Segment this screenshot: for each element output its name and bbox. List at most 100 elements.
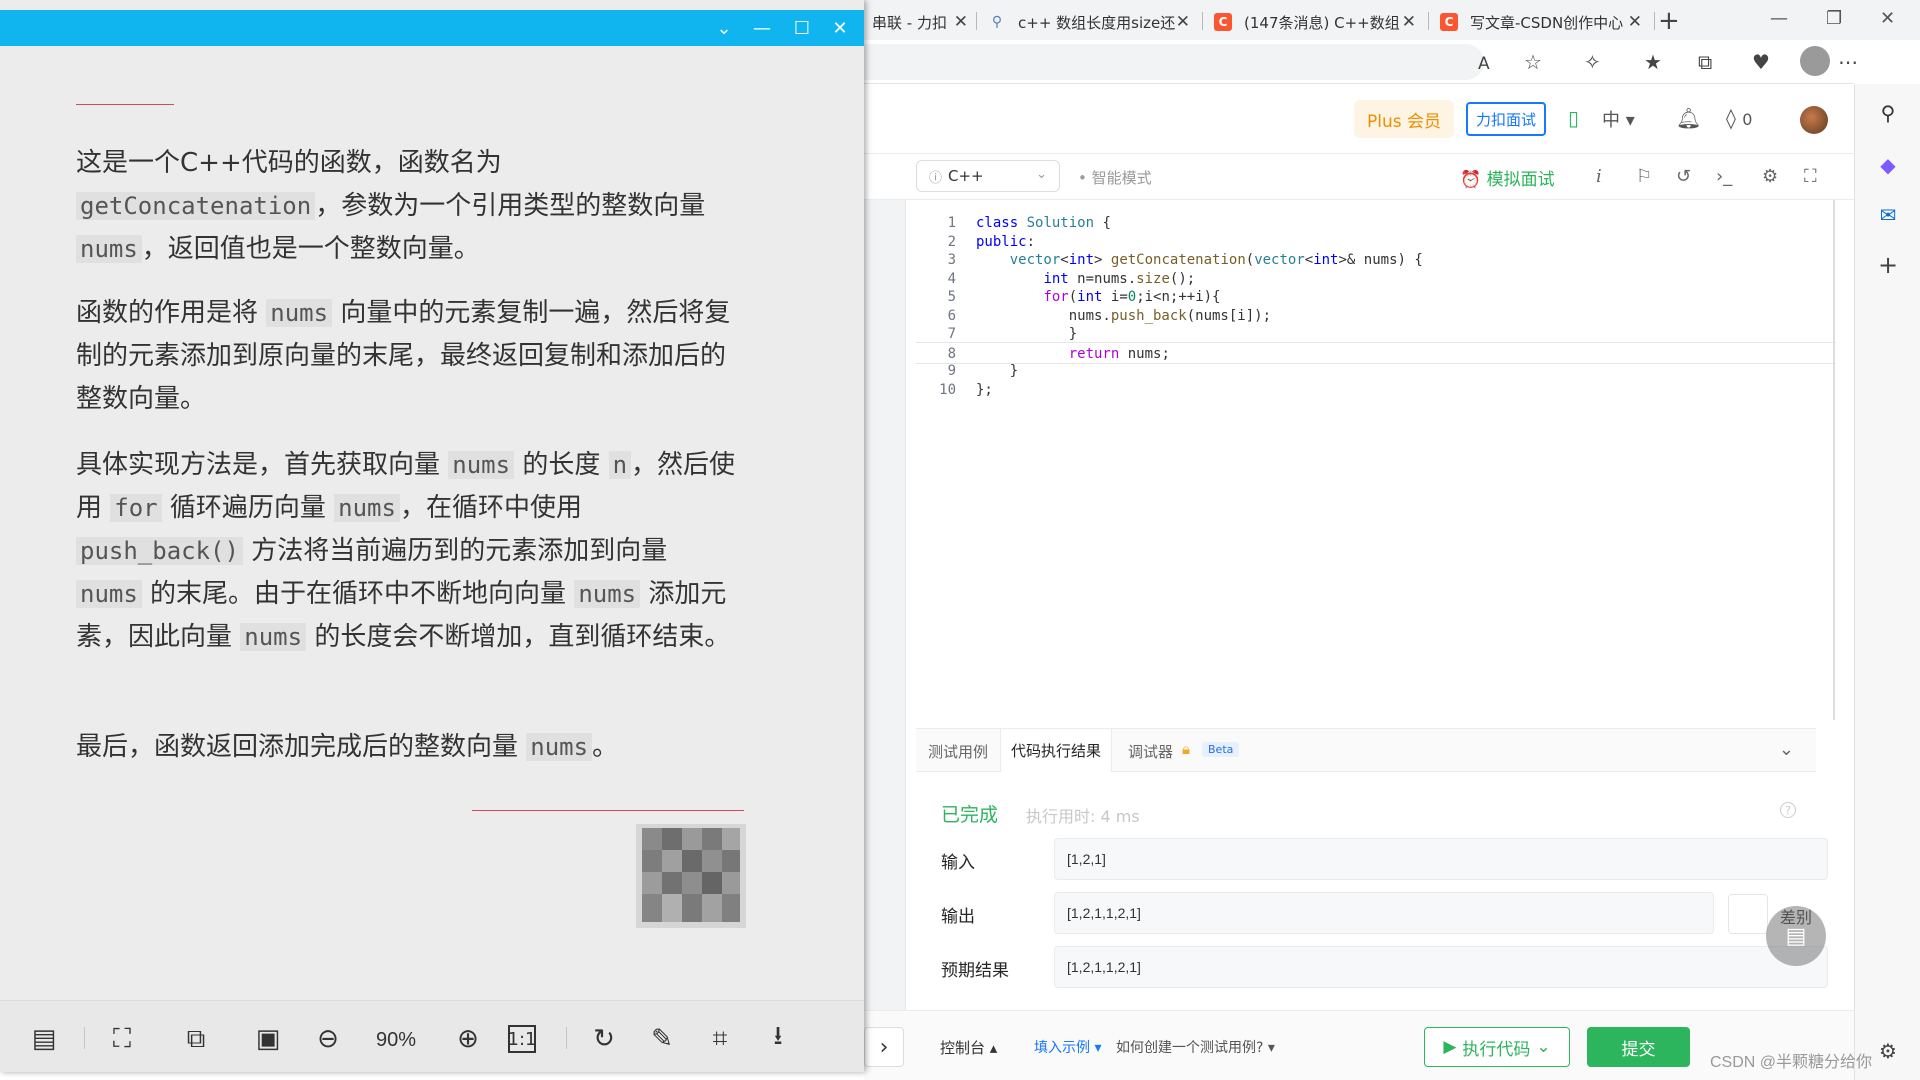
chevron-down-icon: ⌄ [1036, 167, 1047, 182]
favorites-icon[interactable]: ★ [1644, 50, 1662, 74]
close-icon[interactable]: ✕ [1176, 12, 1190, 32]
extract-text-icon[interactable]: ⛶ [104, 1021, 140, 1057]
tab-title: c++ 数组长度用size还 [1018, 13, 1176, 32]
chevron-right-icon[interactable]: › [864, 1027, 904, 1067]
new-tab-button[interactable]: + [1658, 6, 1680, 36]
code-line[interactable]: 10}; [916, 379, 1836, 401]
result-tabs: 测试用例 代码执行结果 调试器 🔒︎ Beta ⌄ [916, 728, 1816, 773]
crop-icon[interactable]: ⌗ [702, 1021, 738, 1057]
submit-button[interactable]: 提交 [1587, 1027, 1690, 1067]
tab-testcase[interactable]: 测试用例 [928, 741, 988, 762]
read-aloud-icon[interactable]: A [1478, 54, 1490, 74]
tab-divider [1428, 12, 1429, 30]
close-icon[interactable]: ✕ [954, 12, 968, 32]
run-code-button[interactable]: ▶ 执行代码 ⌄ [1424, 1027, 1570, 1067]
plus-member-button[interactable]: Plus 会员 [1354, 100, 1454, 138]
close-window-icon[interactable]: ✕ [1880, 8, 1895, 29]
maximize-icon[interactable]: ☐ [788, 14, 816, 42]
address-bar-row: A ☆ ✧ ★ ⧉ ♥ ⋯ [864, 40, 1858, 84]
output-label: 输出 [941, 907, 975, 927]
more-menu-icon[interactable]: ⋯ [1838, 50, 1858, 74]
chevron-down-icon[interactable]: ⌄ [1779, 739, 1794, 760]
fill-example-button[interactable]: 填入示例 ▾ [1034, 1037, 1101, 1057]
smart-mode-toggle[interactable]: • 智能模式 [1078, 167, 1152, 188]
collections-icon[interactable]: ⧉ [1698, 50, 1712, 74]
tab-csdn-write[interactable]: C 写文章-CSDN创作中心 ✕ [1432, 4, 1652, 40]
tab-title: 写文章-CSDN创作中心 [1470, 13, 1624, 32]
toolbar-divider [566, 1027, 567, 1049]
search-icon: ⚲ [991, 14, 1003, 30]
mobile-icon[interactable]: ▯ [1568, 106, 1579, 130]
paragraph: 函数的作用是将 nums 向量中的元素复制一遍，然后将复制的元素添加到原向量的末… [76, 298, 731, 414]
language-value: C++ [948, 167, 984, 185]
tab-search[interactable]: ⚲ c++ 数组长度用size还 ✕ [980, 4, 1200, 40]
restore-icon[interactable]: ❐ [1826, 8, 1842, 29]
language-select[interactable]: ⓘ C++ ⌄ [916, 160, 1060, 192]
language-label: 中 [1602, 110, 1620, 131]
mock-interview-button[interactable]: ⏰ 模拟面试 [1460, 165, 1555, 190]
viewer-image-content: 这是一个C++代码的函数，函数名为 getConcatenation ，参数为一个… [0, 46, 864, 996]
translate-icon[interactable]: ⧉ [178, 1021, 214, 1057]
csdn-icon: C [1214, 13, 1232, 31]
address-field[interactable]: A [864, 44, 1490, 80]
line-number: 10 [939, 381, 956, 398]
divider-line [76, 104, 174, 105]
diff-toggle[interactable] [1728, 894, 1768, 934]
close-icon[interactable]: ✕ [1402, 12, 1416, 32]
settings-icon[interactable]: ⚙ [1762, 166, 1778, 187]
howto-link[interactable]: 如何创建一个测试用例? ▾ [1116, 1037, 1275, 1057]
edit-icon[interactable]: ✎ [644, 1021, 680, 1057]
user-avatar[interactable] [1800, 106, 1828, 134]
reset-icon[interactable]: ↺ [1676, 166, 1691, 187]
notes-float-button[interactable]: ▤ [1766, 906, 1826, 966]
console-toggle[interactable]: 控制台 ▴ [940, 1037, 997, 1058]
chevron-down-icon[interactable]: ⌄ [710, 14, 738, 42]
info-icon[interactable]: i [1596, 166, 1602, 187]
minimize-icon[interactable]: — [1770, 8, 1788, 29]
rotate-icon[interactable]: ↻ [586, 1021, 622, 1057]
tab-title: (147条消息) C++数组 [1244, 13, 1400, 32]
tab-csdn-messages[interactable]: C (147条消息) C++数组 ✕ [1206, 4, 1426, 40]
layout-icon[interactable]: ▤ [26, 1021, 62, 1057]
settings-icon[interactable]: ⚙ [1875, 1038, 1901, 1064]
minimize-icon[interactable]: — [748, 14, 776, 42]
zoom-level: 90% [376, 1029, 417, 1051]
expected-value: [1,2,1,1,2,1] [1054, 946, 1828, 988]
help-icon[interactable]: ? [1780, 802, 1796, 818]
close-icon[interactable]: ✕ [1628, 12, 1642, 32]
qr-code-image [636, 824, 746, 928]
discover-icon[interactable]: ◆ [1875, 152, 1901, 178]
editor-scrollbar[interactable] [1833, 200, 1835, 720]
interview-button[interactable]: 力扣面试 [1466, 102, 1546, 136]
leetcode-header: Plus 会员 力扣面试 ▯ 中 ▾ 🔔︎ ◊ 0 [864, 84, 1854, 154]
health-icon[interactable]: ♥ [1752, 50, 1770, 74]
code-editor[interactable]: 1 class Solution {2 public: 3 vector<int> g… [916, 200, 1836, 720]
paragraph: 具体实现方法是，首先获取向量 nums 的长度 n ，然后使用 for 循环遍历向… [76, 450, 736, 652]
search-icon[interactable]: ⚲ [1875, 100, 1901, 126]
tab-debugger[interactable]: 调试器 [1128, 741, 1173, 762]
download-icon[interactable]: ⭳ [760, 1021, 796, 1057]
language-switch[interactable]: 中 ▾ [1602, 106, 1635, 132]
tab-leetcode[interactable]: 串联 - 力扣 ✕ [864, 4, 974, 40]
zoom-in-icon[interactable]: ⊕ [450, 1021, 486, 1057]
tab-divider [1202, 12, 1203, 30]
actual-size-icon[interactable]: 1:1 [508, 1025, 536, 1053]
bottom-action-bar: › 控制台 ▴ 填入示例 ▾ 如何创建一个测试用例? ▾ ▶ 执行代码 ⌄ 提交 [864, 1010, 1854, 1080]
console-icon[interactable]: ›_ [1716, 166, 1732, 187]
fullscreen-icon[interactable]: ⛶ [1804, 166, 1817, 187]
favorite-add-icon[interactable]: ☆ [1524, 50, 1542, 74]
close-icon[interactable]: ✕ [826, 14, 854, 42]
profile-avatar[interactable] [1800, 46, 1830, 76]
tab-code-result[interactable]: 代码执行结果 [1000, 729, 1113, 773]
fit-screen-icon[interactable]: ▣ [250, 1021, 286, 1057]
result-panel: 已完成 执行用时: 4 ms ? 输入 [1,2,1] 输出 [1,2,1,1,… [916, 772, 1828, 1010]
zoom-out-icon[interactable]: ⊖ [310, 1021, 346, 1057]
image-viewer-window: ⌄ — ☐ ✕ 这是一个C++代码的函数，函数名为 getConcatenati… [0, 0, 864, 1072]
extensions-icon[interactable]: ✧ [1584, 50, 1601, 74]
execution-time: 执行用时: 4 ms [1026, 807, 1140, 826]
outlook-icon[interactable]: ✉ [1875, 202, 1901, 228]
points-icon[interactable]: ◊ 0 [1726, 106, 1752, 130]
notification-icon[interactable]: 🔔︎ [1676, 106, 1701, 130]
flag-icon[interactable]: ⚐ [1636, 166, 1652, 187]
add-sidebar-icon[interactable]: + [1875, 251, 1901, 279]
